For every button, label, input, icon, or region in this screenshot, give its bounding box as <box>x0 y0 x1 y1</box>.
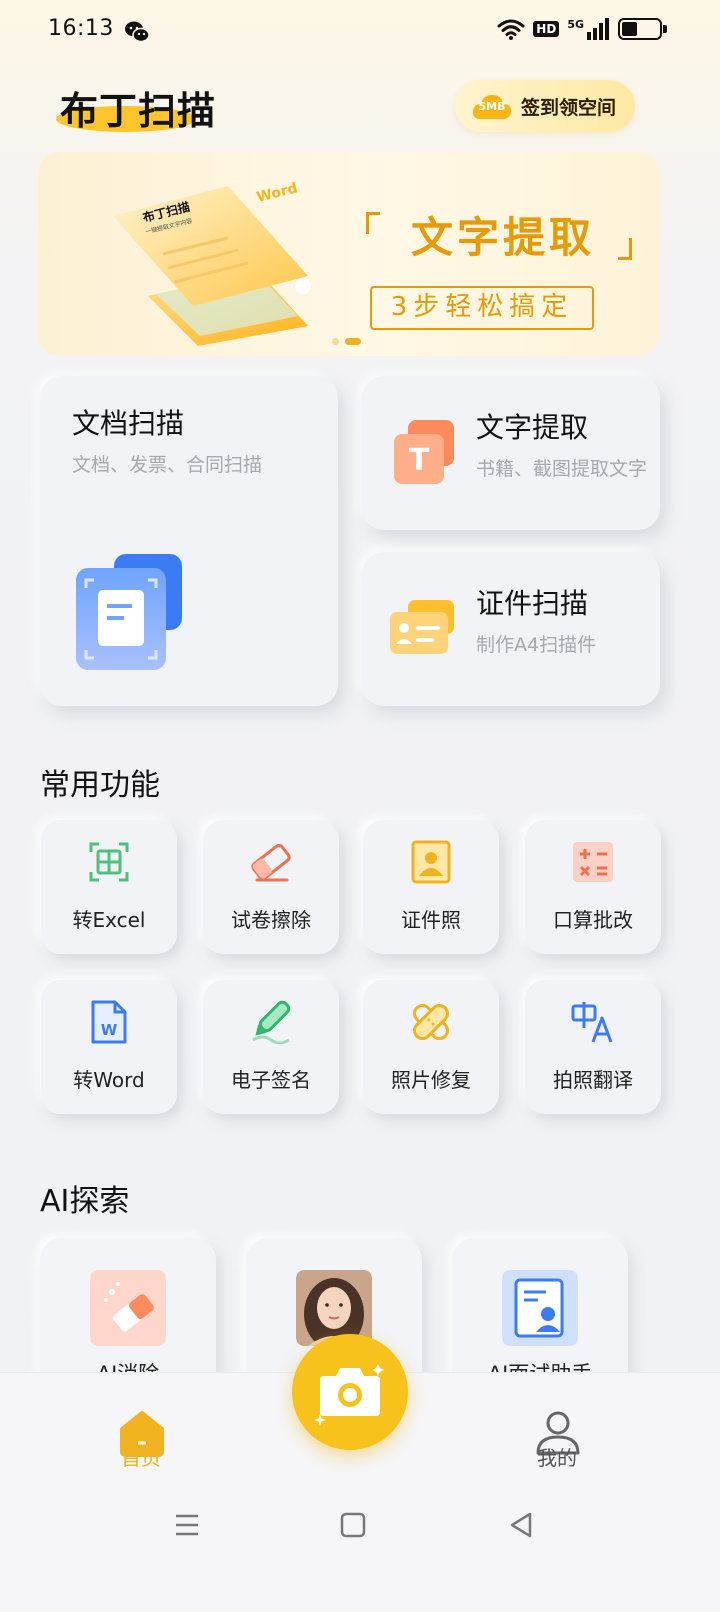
text-extract-card[interactable]: T 文字提取 书籍、截图提取文字 <box>362 376 660 530</box>
id-scan-subtitle: 制作A4扫描件 <box>476 634 597 656</box>
banner-title: 文字提取 <box>410 213 595 262</box>
id-scan-title: 证件扫描 <box>476 587 589 620</box>
tab-home-label[interactable]: 首页 <box>121 1442 161 1471</box>
tile-id-photo[interactable]: 证件照 <box>363 820 499 954</box>
tab-me-label[interactable]: 我的 <box>537 1442 577 1471</box>
promo-banner[interactable]: 布丁扫描 一键提取文字内容 Word 文字提取 3步轻松搞定 <box>38 152 660 356</box>
tile-label: 转Excel <box>72 908 146 932</box>
tile-label: 照片修复 <box>391 1068 471 1092</box>
interview-icon <box>502 1270 578 1346</box>
brand-logo: 布丁扫描 <box>56 72 226 134</box>
tile-to-word[interactable]: W 转Word <box>41 980 177 1114</box>
signin-button[interactable]: 5MB 签到领空间 <box>455 80 635 132</box>
excel-icon <box>89 842 129 882</box>
home-square-icon[interactable] <box>338 1510 368 1540</box>
camera-button[interactable] <box>292 1334 408 1450</box>
ai-explore-title: AI探索 <box>40 1184 130 1219</box>
signature-pen-icon <box>252 1000 291 1044</box>
ai-eraser-icon <box>90 1270 166 1346</box>
tile-paper-erase[interactable]: 试卷擦除 <box>203 820 339 954</box>
id-card-icon <box>390 600 454 654</box>
cloud-icon: 5MB <box>471 91 513 121</box>
carousel-indicator <box>332 338 361 345</box>
carousel-dot <box>332 338 339 345</box>
tile-to-excel[interactable]: 转Excel <box>41 820 177 954</box>
word-icon: W <box>91 1000 127 1044</box>
svg-text:T: T <box>409 443 430 478</box>
status-indicators: HD 5G <box>497 18 667 40</box>
translate-icon <box>571 1002 613 1043</box>
doc-scan-card[interactable]: 文档扫描 文档、发票、合同扫描 <box>40 376 338 706</box>
id-photo-icon <box>411 840 451 884</box>
text-extract-title: 文字提取 <box>476 411 589 444</box>
signal-icon <box>587 18 609 40</box>
tile-photo-translate[interactable]: 拍照翻译 <box>525 980 661 1114</box>
tile-label: 转Word <box>73 1068 145 1092</box>
document-scan-icon <box>76 554 182 670</box>
tile-e-signature[interactable]: 电子签名 <box>203 980 339 1114</box>
wechat-icon <box>125 21 150 43</box>
common-functions-title: 常用功能 <box>40 768 160 803</box>
wifi-icon <box>497 19 525 40</box>
menu-icon[interactable] <box>172 1510 202 1540</box>
bandage-icon <box>413 1004 449 1040</box>
doc-scan-title: 文档扫描 <box>72 407 185 440</box>
eraser-icon <box>251 843 291 882</box>
calculator-icon <box>573 842 613 882</box>
banner-subtitle: 3步轻松搞定 <box>370 286 594 330</box>
carousel-dot-active <box>345 338 361 345</box>
id-scan-card[interactable]: 证件扫描 制作A4扫描件 <box>362 552 660 706</box>
banner-illustration-icon: 布丁扫描 一键提取文字内容 Word <box>113 180 311 346</box>
svg-text:W: W <box>101 1021 118 1039</box>
banner-art-word: Word <box>255 180 299 206</box>
network-type: 5G <box>567 18 584 31</box>
tile-label: 试卷擦除 <box>231 908 311 932</box>
doc-scan-subtitle: 文档、发票、合同扫描 <box>72 454 263 476</box>
tile-label: 证件照 <box>401 908 461 932</box>
signin-label: 签到领空间 <box>521 96 617 119</box>
back-icon[interactable] <box>506 1510 536 1540</box>
tile-label: 口算批改 <box>553 908 633 932</box>
text-extract-icon: T <box>394 420 454 484</box>
tile-label: 电子签名 <box>231 1068 311 1092</box>
brand-title: 布丁扫描 <box>60 89 217 133</box>
status-bar: 16:13 HD 5G <box>0 0 720 66</box>
text-extract-subtitle: 书籍、截图提取文字 <box>476 458 648 480</box>
status-time: 16:13 <box>48 16 114 41</box>
tile-math-check[interactable]: 口算批改 <box>525 820 661 954</box>
battery-icon <box>618 18 667 40</box>
tile-label: 拍照翻译 <box>553 1068 633 1092</box>
hd-badge: HD <box>533 21 560 37</box>
sparkle-icon <box>314 1414 326 1426</box>
tile-photo-repair[interactable]: 照片修复 <box>363 980 499 1114</box>
cloud-storage-text: 5MB <box>478 100 506 113</box>
